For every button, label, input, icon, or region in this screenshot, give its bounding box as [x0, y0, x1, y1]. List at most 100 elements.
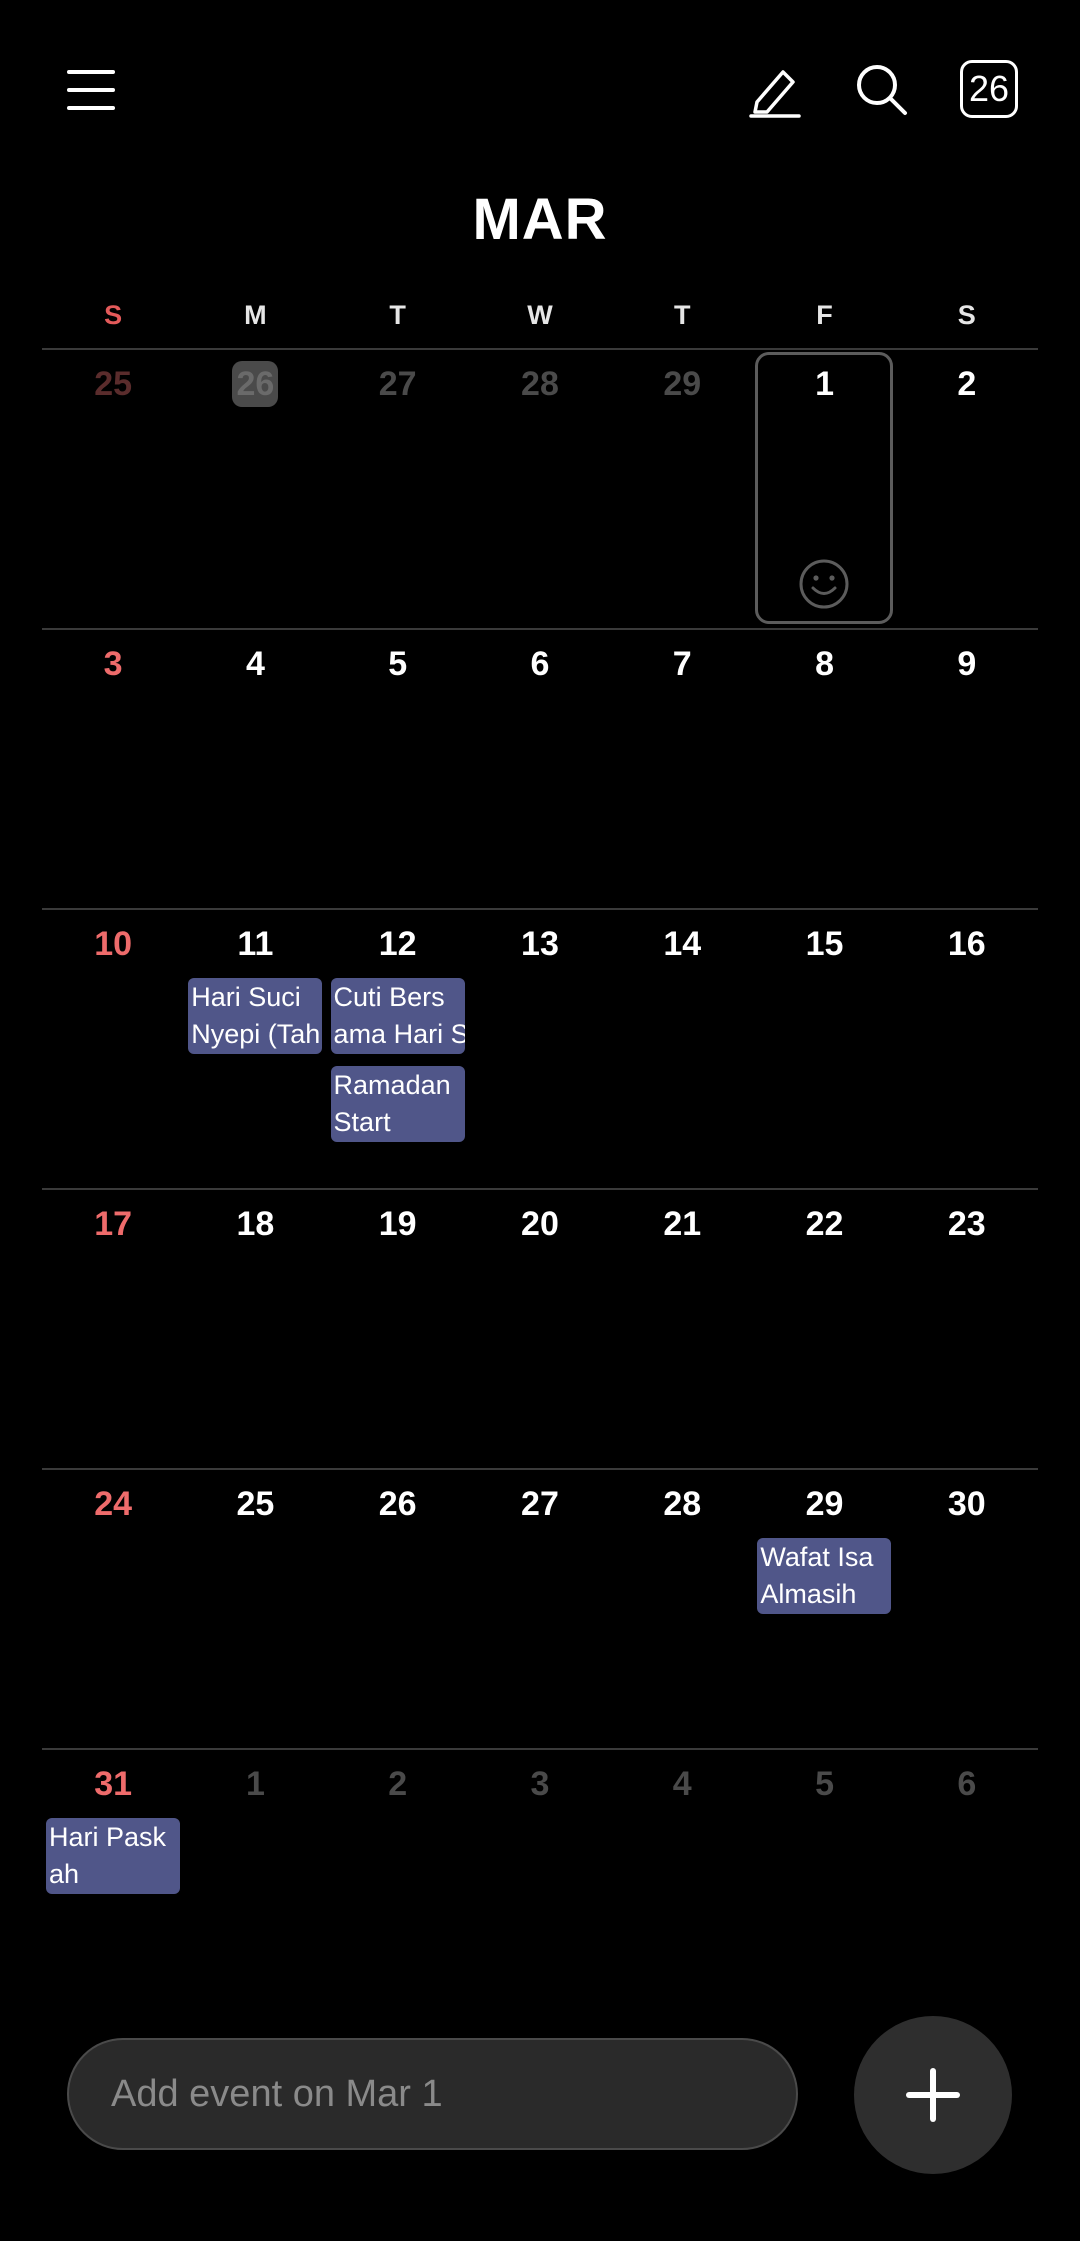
day-cell[interactable]: 9: [896, 630, 1038, 908]
day-number: 11: [237, 925, 274, 963]
day-cell[interactable]: 26: [184, 350, 326, 628]
day-cell[interactable]: 22: [753, 1190, 895, 1468]
day-cell[interactable]: 11 Hari Suci Nyepi (Tah: [184, 910, 326, 1188]
day-number: 4: [672, 1765, 692, 1803]
month-grid: 25 26 27 28 29 1 2 3 4 5 6 7 8 9 10 11 Hari Suci Nyepi (T…: [42, 348, 1038, 2028]
day-number: 12: [378, 925, 417, 963]
weekday-label: M: [244, 300, 267, 330]
day-number: 22: [805, 1205, 844, 1243]
day-cell[interactable]: 14: [611, 910, 753, 1188]
event-chip[interactable]: Hari Pask ah: [46, 1818, 180, 1894]
day-number: 16: [947, 925, 986, 963]
pencil-icon[interactable]: [739, 54, 811, 126]
hamburger-menu-icon[interactable]: [55, 54, 127, 126]
day-cell[interactable]: 25: [184, 1470, 326, 1748]
day-cell[interactable]: 2: [327, 1750, 469, 2028]
day-number: 25: [94, 365, 133, 403]
day-cell[interactable]: 29 Wafat Isa Almasih: [753, 1470, 895, 1748]
day-cell[interactable]: 21: [611, 1190, 753, 1468]
day-cell[interactable]: 8: [753, 630, 895, 908]
week-row: 17 18 19 20 21 22 23: [42, 1188, 1038, 1468]
day-cell[interactable]: 3: [469, 1750, 611, 2028]
day-cell[interactable]: 1: [753, 350, 895, 628]
day-cell[interactable]: 30: [896, 1470, 1038, 1748]
day-cell[interactable]: 27: [327, 350, 469, 628]
day-number: 26: [378, 1485, 417, 1523]
day-number: 24: [94, 1485, 133, 1523]
weekday-label: T: [673, 300, 691, 330]
add-event-placeholder: Add event on Mar 1: [111, 2072, 443, 2115]
day-number: 2: [957, 365, 977, 403]
day-cell[interactable]: 29: [611, 350, 753, 628]
day-cell[interactable]: 3: [42, 630, 184, 908]
week-row: 25 26 27 28 29 1 2: [42, 348, 1038, 628]
day-cell[interactable]: 18: [184, 1190, 326, 1468]
day-number: 28: [521, 365, 559, 403]
day-cell[interactable]: 5: [327, 630, 469, 908]
day-number: 26: [184, 361, 326, 407]
day-number: 3: [103, 645, 123, 683]
day-cell[interactable]: 27: [469, 1470, 611, 1748]
day-number: 28: [663, 1485, 702, 1523]
day-number: 4: [245, 645, 265, 683]
event-chip[interactable]: Cuti Bers ama Hari S: [330, 978, 465, 1054]
weekday-label: W: [527, 300, 553, 330]
day-cell[interactable]: 23: [896, 1190, 1038, 1468]
day-number: 19: [378, 1205, 417, 1243]
day-number: 21: [663, 1205, 702, 1243]
day-cell[interactable]: 13: [469, 910, 611, 1188]
day-number: 5: [815, 1765, 834, 1803]
day-number: 2: [388, 1765, 408, 1803]
top-app-bar: 26: [0, 0, 1080, 180]
day-cell[interactable]: 4: [184, 630, 326, 908]
day-cell[interactable]: 24: [42, 1470, 184, 1748]
day-cell[interactable]: 7: [611, 630, 753, 908]
day-cell[interactable]: 12 Cuti Bers ama Hari S Ramadan Start: [327, 910, 469, 1188]
day-number: 10: [94, 925, 133, 963]
day-number: 3: [530, 1765, 550, 1803]
week-row: 3 4 5 6 7 8 9: [42, 628, 1038, 908]
today-button[interactable]: 26: [960, 60, 1018, 118]
day-number: 1: [815, 365, 834, 403]
month-title[interactable]: MAR: [0, 180, 1080, 260]
day-number: 7: [672, 645, 692, 683]
event-chip[interactable]: Ramadan Start: [330, 1066, 465, 1142]
day-number: 15: [805, 925, 844, 963]
day-number: 1: [245, 1765, 265, 1803]
day-cell[interactable]: 16: [896, 910, 1038, 1188]
weekday-label: S: [104, 300, 123, 330]
day-cell[interactable]: 2: [896, 350, 1038, 628]
day-cell[interactable]: 31 Hari Pask ah: [42, 1750, 184, 2028]
day-cell[interactable]: 20: [469, 1190, 611, 1468]
day-number: 18: [236, 1205, 275, 1243]
day-cell[interactable]: 5: [753, 1750, 895, 2028]
day-number: 6: [530, 645, 550, 683]
day-cell[interactable]: 15: [753, 910, 895, 1188]
event-chip[interactable]: Wafat Isa Almasih: [757, 1538, 892, 1614]
add-event-button[interactable]: [854, 2016, 1012, 2174]
day-number: 27: [521, 1485, 559, 1523]
event-chip[interactable]: Hari Suci Nyepi (Tah: [188, 978, 323, 1054]
day-cell[interactable]: 4: [611, 1750, 753, 2028]
day-cell[interactable]: 25: [42, 350, 184, 628]
day-cell[interactable]: 28: [469, 350, 611, 628]
day-number: 27: [378, 365, 417, 403]
day-cell[interactable]: 19: [327, 1190, 469, 1468]
day-number: 6: [957, 1765, 977, 1803]
plus-icon: [906, 2068, 960, 2122]
day-cell[interactable]: 17: [42, 1190, 184, 1468]
week-row: 31 Hari Pask ah 1 2 3 4 5 6: [42, 1748, 1038, 2028]
add-event-input[interactable]: Add event on Mar 1: [67, 2038, 798, 2150]
day-number: 14: [663, 925, 702, 963]
day-cell[interactable]: 10: [42, 910, 184, 1188]
day-number: 23: [947, 1205, 986, 1243]
day-number: 5: [388, 645, 408, 683]
day-cell[interactable]: 28: [611, 1470, 753, 1748]
day-number: 9: [957, 645, 977, 683]
day-cell[interactable]: 26: [327, 1470, 469, 1748]
day-cell[interactable]: 6: [896, 1750, 1038, 2028]
day-cell[interactable]: 6: [469, 630, 611, 908]
day-number: 13: [521, 925, 559, 963]
search-icon[interactable]: [846, 54, 918, 126]
day-cell[interactable]: 1: [184, 1750, 326, 2028]
